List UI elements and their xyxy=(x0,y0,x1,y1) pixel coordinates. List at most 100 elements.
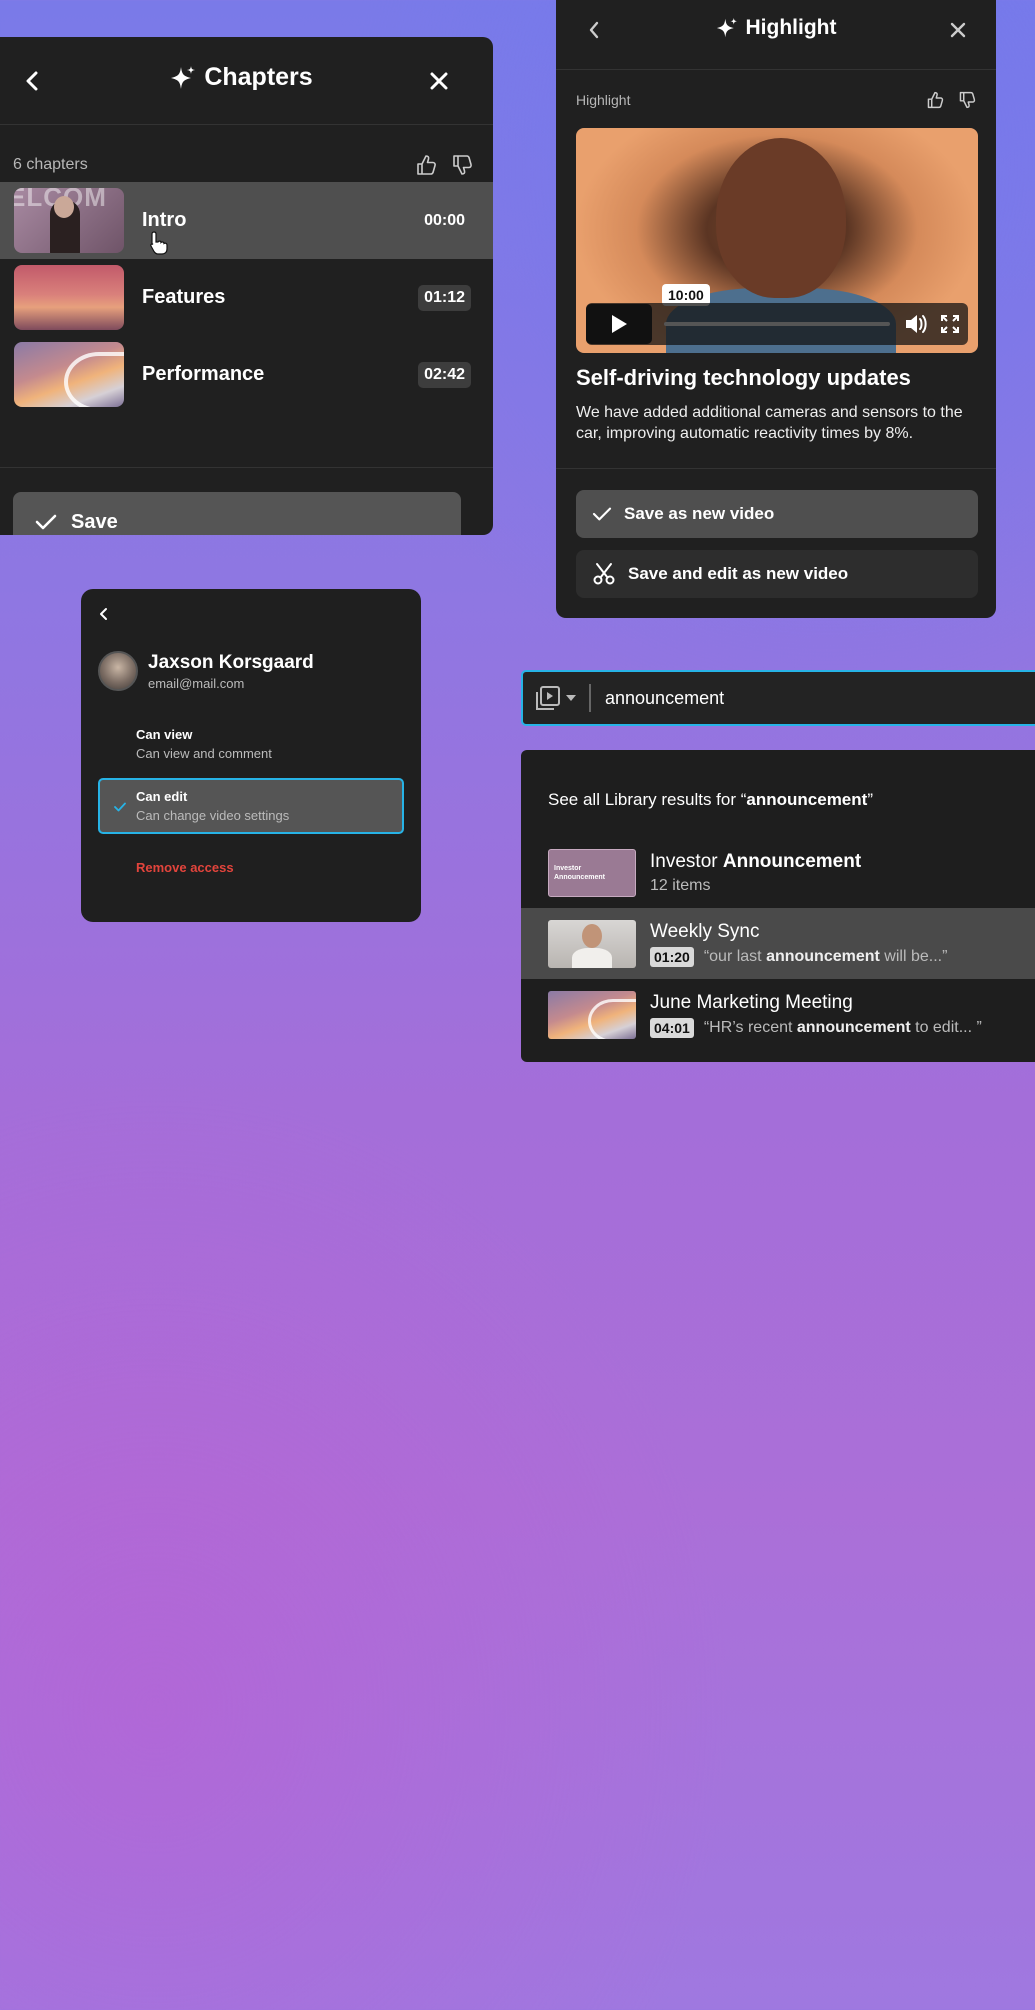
video-player[interactable]: 10:00 xyxy=(576,128,978,353)
library-video-icon xyxy=(536,686,560,710)
chapter-thumbnail xyxy=(14,265,124,330)
result-thumbnail xyxy=(548,919,636,968)
car-shape xyxy=(588,998,636,1039)
play-icon xyxy=(612,315,627,333)
permission-option-can-view[interactable]: Can view Can view and comment xyxy=(98,717,404,773)
chapter-thumbnail: ELCOM xyxy=(14,188,124,253)
result-subtitle: 04:01 “HR’s recent announcement to edit.… xyxy=(650,1017,982,1038)
close-button[interactable] xyxy=(425,67,453,95)
sparkle-icon xyxy=(171,65,196,89)
permission-title: Can edit xyxy=(136,789,188,804)
video-subject-face xyxy=(716,138,846,298)
permission-option-can-edit[interactable]: Can edit Can change video settings xyxy=(98,778,404,834)
result-thumbnail: Investor Announcement xyxy=(548,848,636,897)
highlight-title: Highlight xyxy=(745,16,837,39)
scissors-icon xyxy=(593,563,615,585)
quote-pre: “our last xyxy=(703,947,767,965)
see-all-prefix: See all Library results for “ xyxy=(548,790,747,809)
timecode-badge: 04:01 xyxy=(650,1017,694,1038)
result-investor-announcement[interactable]: Investor Announcement Investor Announcem… xyxy=(521,837,1035,908)
caret-down-icon xyxy=(566,695,576,701)
result-subtitle: 01:20 “our last announcement will be...” xyxy=(650,946,948,967)
chapter-time: 02:42 xyxy=(418,361,471,388)
result-june-marketing-meeting[interactable]: June Marketing Meeting 04:01 “HR’s recen… xyxy=(521,979,1035,1050)
back-chevron-icon xyxy=(100,608,107,620)
user-email: email@mail.com xyxy=(148,675,245,691)
sparkle-icon xyxy=(716,17,737,38)
check-icon xyxy=(114,802,126,812)
progress-track[interactable] xyxy=(664,322,890,326)
volume-icon[interactable] xyxy=(904,313,928,335)
avatar xyxy=(98,651,138,691)
video-title: Self-driving technology updates xyxy=(576,365,911,390)
highlight-panel: Highlight Highlight 10:00 Self-driving t… xyxy=(556,0,996,618)
save-and-edit-button[interactable]: Save and edit as new video xyxy=(576,550,978,598)
chapters-panel: Chapters 6 chapters ELCOM Intro 00:00 Fe… xyxy=(0,37,493,535)
see-all-term: announcement xyxy=(746,790,868,809)
result-subtitle: 12 items xyxy=(650,877,861,895)
permission-desc: Can change video settings xyxy=(136,808,290,823)
title-plain: Investor xyxy=(650,850,723,872)
highlight-header: Highlight xyxy=(556,0,996,70)
thumbs-down-icon[interactable] xyxy=(451,154,473,176)
timecode-badge: 01:20 xyxy=(650,946,694,967)
user-name: Jaxson Korsgaard xyxy=(148,651,314,673)
person-body xyxy=(572,947,612,968)
play-button[interactable] xyxy=(586,304,652,344)
chapter-thumbnail xyxy=(14,342,124,407)
result-weekly-sync[interactable]: Weekly Sync 01:20 “our last announcement… xyxy=(521,908,1035,979)
cursor-hand-icon xyxy=(150,231,168,255)
video-controls xyxy=(586,303,968,345)
result-thumbnail xyxy=(548,990,636,1039)
button-label: Save as new video xyxy=(624,504,775,523)
result-title: Weekly Sync xyxy=(650,920,760,942)
chapters-count-row: 6 chapters xyxy=(13,150,473,180)
result-quote: “our last announcement will be...” xyxy=(704,948,948,966)
section-label: Highlight xyxy=(576,92,631,108)
quote-post: to edit... ” xyxy=(910,1018,982,1036)
result-quote: “HR’s recent announcement to edit... ” xyxy=(704,1019,982,1037)
car-shape xyxy=(64,352,124,407)
permission-desc: Can view and comment xyxy=(136,746,272,761)
chapter-row-performance[interactable]: Performance 02:42 xyxy=(0,336,493,413)
highlight-title-group: Highlight xyxy=(556,16,996,40)
chapter-label: Features xyxy=(142,286,226,308)
title-bold: Announcement xyxy=(722,850,862,872)
search-scope-selector[interactable] xyxy=(535,685,577,711)
user-info: Jaxson Korsgaard email@mail.com xyxy=(98,651,314,691)
divider xyxy=(556,468,996,469)
permission-title: Can view xyxy=(136,727,193,742)
close-button[interactable] xyxy=(946,18,970,42)
chapter-time: 00:00 xyxy=(424,211,465,229)
back-button[interactable] xyxy=(95,605,113,623)
chapters-header: Chapters xyxy=(0,37,493,125)
thumbs-up-icon[interactable] xyxy=(926,91,944,109)
chapter-label: Intro xyxy=(142,209,187,231)
chapter-label: Performance xyxy=(142,363,265,385)
chapters-title-group: Chapters xyxy=(0,63,493,92)
check-icon xyxy=(592,507,612,521)
item-count: 12 items xyxy=(650,876,711,894)
see-all-results-link[interactable]: See all Library results for “announcemen… xyxy=(548,790,873,810)
presenter-head xyxy=(54,196,74,218)
thumbs-down-icon[interactable] xyxy=(958,91,976,109)
feedback-group xyxy=(415,154,473,176)
search-results-dropdown: See all Library results for “announcemen… xyxy=(521,750,1035,1062)
search-input[interactable] xyxy=(605,687,1005,709)
remove-access-button[interactable]: Remove access xyxy=(136,860,234,875)
check-icon xyxy=(35,514,57,530)
fullscreen-icon[interactable] xyxy=(940,314,960,334)
chapter-row-features[interactable]: Features 01:12 xyxy=(0,259,493,336)
feedback-group xyxy=(926,91,976,109)
library-search-bar xyxy=(521,670,1035,726)
chapter-time: 01:12 xyxy=(418,284,471,311)
save-as-new-video-button[interactable]: Save as new video xyxy=(576,490,978,538)
save-button[interactable]: Save xyxy=(13,492,461,535)
chapter-row-intro[interactable]: ELCOM Intro 00:00 xyxy=(0,182,493,259)
highlight-subheader: Highlight xyxy=(576,85,976,115)
quote-pre: “HR’s recent xyxy=(703,1018,797,1036)
video-description: We have added additional cameras and sen… xyxy=(576,404,963,442)
quote-post: will be...” xyxy=(879,947,948,965)
divider xyxy=(0,467,493,468)
thumbs-up-icon[interactable] xyxy=(415,154,437,176)
